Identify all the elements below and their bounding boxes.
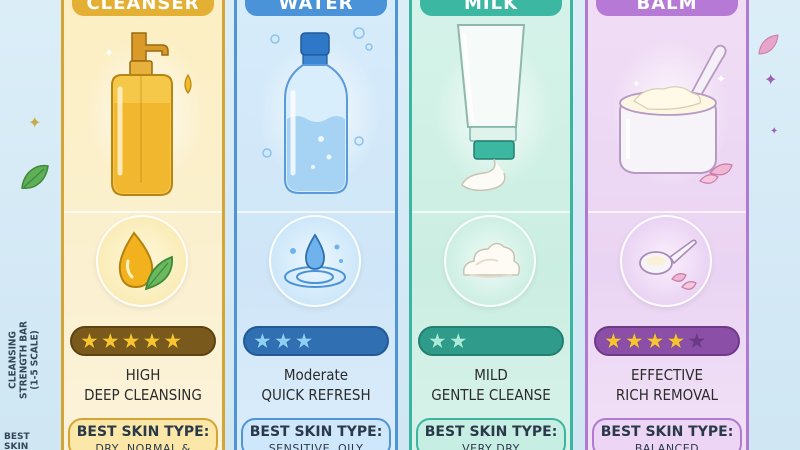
side-label-line: (1-5 SCALE) (29, 330, 41, 390)
balm-jar-icon: ✦ ✦ (619, 44, 733, 184)
best-skin-type-badge: BEST SKIN TYPE: DRY, NORMAL & (68, 418, 218, 450)
skin-type-value: BALANCED (634, 442, 700, 450)
star-icon: ★ (273, 329, 293, 353)
skin-type-value: DRY, NORMAL & (95, 442, 191, 450)
panel-banner: WATER (245, 0, 387, 16)
balm-panel: BALM ✦ ✦ ★ ★ ★ ★ ★ EFFECTIVE RICH REMOVA… (585, 0, 749, 450)
best-skin-type-side-label: BEST SKIN TYPE (4, 432, 48, 450)
cleansing-strength-rating: ★ ★ ★ (243, 326, 389, 356)
svg-text:✦: ✦ (716, 72, 726, 86)
panel-divider (412, 211, 570, 213)
star-icon: ★ (645, 329, 665, 353)
svg-text:✦: ✦ (632, 79, 640, 90)
skin-type-label: BEST SKIN TYPE: (249, 424, 383, 440)
water-drop-ripple-icon (269, 215, 361, 307)
leaf-icon (18, 160, 52, 197)
sparkle-icon: ✦ (764, 70, 778, 89)
side-label-line: SKIN TYPE (4, 442, 29, 450)
panel-divider (64, 211, 222, 213)
panel-banner: MILK (420, 0, 562, 16)
oil-pump-bottle-icon: ✦ (104, 32, 192, 196)
star-icon: ★ (121, 329, 141, 353)
cream-swirl-icon (444, 215, 536, 307)
cleansing-strength-rating: ★ ★ ★ ★ ★ (70, 326, 216, 356)
cleanser-panel: CLEANSER ✦ ★ ★ ★ ★ ★ HIGH DEEP CLEANSING… (61, 0, 225, 450)
strength-label: EFFECTIVE (631, 366, 703, 384)
star-icon: ★ (687, 329, 707, 353)
side-label-line: CLEANSING (7, 331, 19, 389)
sparkle-icon: ✦ (28, 113, 42, 132)
best-skin-type-badge: BEST SKIN TYPE: BALANCED (592, 418, 742, 450)
petal-icon (756, 32, 782, 61)
milk-panel: MILK ★ ★ MILD GENTLE CLEANSE BEST SKIN T… (409, 0, 573, 450)
strength-level: MILD GENTLE CLEANSE (412, 365, 570, 405)
best-skin-type-badge: BEST SKIN TYPE: VERY DRY (416, 418, 566, 450)
star-icon: ★ (294, 329, 314, 353)
skin-type-label: BEST SKIN TYPE: (424, 424, 558, 440)
panel-banner: CLEANSER (72, 0, 214, 16)
skin-type-label: BEST SKIN TYPE: (76, 424, 210, 440)
strength-description: QUICK REFRESH (261, 386, 371, 404)
skin-type-value: VERY DRY (462, 442, 520, 450)
side-label-line: BEST (4, 432, 30, 442)
skin-type-value: SENSITIVE, OILY (268, 442, 364, 450)
star-icon: ★ (604, 329, 623, 353)
star-icon: ★ (100, 329, 120, 353)
strength-description: DEEP CLEANSING (84, 386, 202, 404)
star-icon: ★ (142, 329, 162, 353)
spoon-petals-icon (620, 215, 712, 307)
star-icon: ★ (253, 329, 272, 353)
best-skin-type-badge: BEST SKIN TYPE: SENSITIVE, OILY (241, 418, 391, 450)
side-label-line: STRENGTH BAR (18, 321, 30, 399)
strength-level: HIGH DEEP CLEANSING (64, 365, 222, 405)
panel-divider (237, 211, 395, 213)
star-icon: ★ (428, 329, 447, 353)
star-icon: ★ (666, 329, 686, 353)
strength-description: RICH REMOVAL (615, 386, 719, 404)
star-icon: ★ (624, 329, 644, 353)
star-icon: ★ (163, 329, 183, 353)
star-icon: ★ (80, 329, 99, 353)
skin-type-label: BEST SKIN TYPE: (600, 424, 734, 440)
micellar-water-bottle-icon (262, 27, 373, 194)
svg-text:✦: ✦ (104, 46, 114, 60)
panel-banner: BALM (596, 0, 738, 16)
sparkle-icon: ✦ (770, 126, 779, 137)
star-icon: ★ (448, 329, 468, 353)
water-panel: WATER ★ ★ ★ Moderate QUICK REFRESH BEST … (234, 0, 398, 450)
panel-divider (588, 211, 746, 213)
oil-drop-leaf-icon (96, 215, 188, 307)
strength-description: GENTLE CLEANSE (431, 386, 551, 404)
cleansing-strength-rating: ★ ★ (418, 326, 564, 356)
cleansing-strength-rating: ★ ★ ★ ★ ★ (594, 326, 740, 356)
milk-tube-icon (456, 24, 526, 192)
strength-label: Moderate (283, 366, 349, 384)
strength-level: Moderate QUICK REFRESH (237, 365, 395, 405)
strength-label: MILD (474, 366, 508, 384)
strength-level: EFFECTIVE RICH REMOVAL (588, 365, 746, 405)
cleansing-strength-side-label: CLEANSING STRENGTH BAR (1-5 SCALE) (0, 300, 48, 420)
strength-label: HIGH (125, 366, 161, 384)
